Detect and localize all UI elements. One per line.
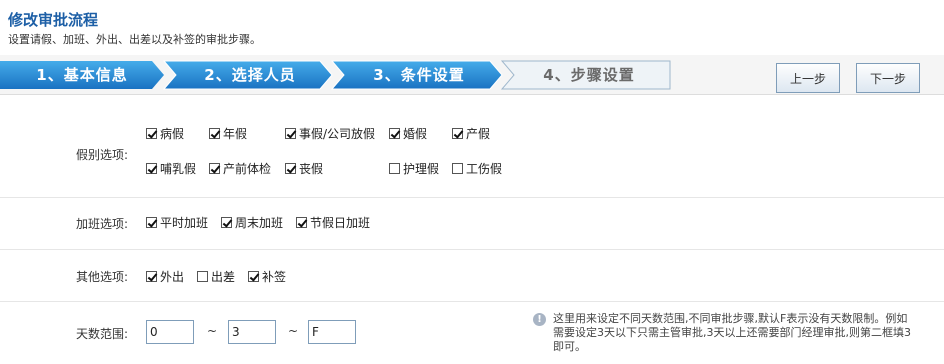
- overtime-options-label: 加班选项:: [75, 217, 128, 231]
- checkbox-box[interactable]: [389, 163, 400, 174]
- checkbox-label: 周末加班: [235, 216, 284, 230]
- other-checkbox-outing[interactable]: 外出: [146, 268, 184, 285]
- leave-checkbox-prenatal[interactable]: 产前体检: [209, 160, 271, 177]
- checkbox-label: 节假日加班: [310, 216, 371, 230]
- checkbox-label: 工伤假: [466, 162, 503, 176]
- page-subtitle: 设置请假、加班、外出、出差以及补签的审批步骤。: [8, 33, 261, 46]
- checkbox-label: 补签: [262, 270, 287, 284]
- checkbox-box[interactable]: [285, 163, 296, 174]
- checkbox-label: 年假: [223, 127, 248, 141]
- checkbox-box[interactable]: [146, 217, 157, 228]
- days-from-input[interactable]: [146, 320, 194, 344]
- leave-checkbox-annual[interactable]: 年假: [209, 125, 247, 142]
- step-conditions[interactable]: 3、条件设置: [338, 61, 500, 88]
- other-checkbox-business-trip[interactable]: 出差: [197, 268, 235, 285]
- checkbox-box[interactable]: [209, 128, 220, 139]
- checkbox-box[interactable]: [146, 128, 157, 139]
- step-select-people[interactable]: 2、选择人员: [170, 61, 330, 88]
- range-separator: ~: [288, 324, 299, 338]
- checkbox-label: 出差: [211, 270, 236, 284]
- step-label: 1、基本信息: [36, 66, 128, 84]
- other-options-label: 其他选项:: [75, 270, 128, 284]
- days-mid-input[interactable]: [228, 320, 276, 344]
- step-basic-info[interactable]: 1、基本信息: [0, 61, 164, 88]
- next-button[interactable]: 下一步: [856, 63, 920, 93]
- other-options-row: 其他选项:: [0, 250, 944, 302]
- prev-button[interactable]: 上一步: [776, 63, 840, 93]
- checkbox-label: 哺乳假: [160, 162, 197, 176]
- checkbox-box[interactable]: [452, 163, 463, 174]
- checkbox-box[interactable]: [248, 271, 259, 282]
- checkbox-box[interactable]: [197, 271, 208, 282]
- overtime-options-row: 加班选项:: [0, 198, 944, 250]
- checkbox-label: 产前体检: [223, 162, 272, 176]
- checkbox-box[interactable]: [452, 128, 463, 139]
- leave-options-label: 假别选项:: [75, 148, 128, 162]
- checkbox-box[interactable]: [221, 217, 232, 228]
- step-label: 4、步骤设置: [543, 66, 635, 84]
- checkbox-label: 事假/公司放假: [299, 127, 376, 141]
- days-to-input[interactable]: [308, 320, 356, 344]
- leave-checkbox-maternity[interactable]: 产假: [452, 125, 490, 142]
- checkbox-box[interactable]: [389, 128, 400, 139]
- leave-checkbox-marriage[interactable]: 婚假: [389, 125, 427, 142]
- leave-checkbox-care[interactable]: 护理假: [389, 160, 439, 177]
- checkbox-label: 病假: [160, 127, 185, 141]
- overtime-checkbox-weekday[interactable]: 平时加班: [146, 214, 208, 231]
- leave-checkbox-bereavement[interactable]: 丧假: [285, 160, 323, 177]
- checkbox-box[interactable]: [296, 217, 307, 228]
- checkbox-box[interactable]: [209, 163, 220, 174]
- checkbox-box[interactable]: [285, 128, 296, 139]
- checkbox-box[interactable]: [146, 163, 157, 174]
- overtime-checkbox-holiday[interactable]: 节假日加班: [296, 214, 370, 231]
- leave-checkbox-nursing[interactable]: 哺乳假: [146, 160, 196, 177]
- checkbox-label: 丧假: [299, 162, 324, 176]
- checkbox-box[interactable]: [146, 271, 157, 282]
- step-label: 3、条件设置: [373, 66, 465, 84]
- checkbox-label: 婚假: [403, 127, 428, 141]
- checkbox-label: 平时加班: [160, 216, 209, 230]
- other-checkbox-makeup-sign[interactable]: 补签: [248, 268, 286, 285]
- page-header: 修改审批流程 设置请假、加班、外出、出差以及补签的审批步骤。: [0, 0, 944, 50]
- info-icon: !: [533, 313, 546, 326]
- days-range-hint: 这里用来设定不同天数范围,不同审批步骤,默认F表示没有天数限制。例如需要设定3天…: [553, 312, 911, 353]
- page-title: 修改审批流程: [8, 11, 99, 29]
- leave-checkbox-sick[interactable]: 病假: [146, 125, 184, 142]
- step-label: 2、选择人员: [204, 66, 296, 84]
- range-separator: ~: [207, 324, 218, 338]
- overtime-checkbox-weekend[interactable]: 周末加班: [221, 214, 283, 231]
- leave-checkbox-injury[interactable]: 工伤假: [452, 160, 502, 177]
- step-steps-settings[interactable]: 4、步骤设置: [508, 61, 670, 88]
- checkbox-label: 护理假: [403, 162, 440, 176]
- leave-options-row: 假别选项:: [0, 104, 944, 198]
- checkbox-label: 产假: [466, 127, 491, 141]
- leave-checkbox-personal[interactable]: 事假/公司放假: [285, 125, 375, 142]
- checkbox-label: 外出: [160, 270, 185, 284]
- days-range-label: 天数范围:: [75, 327, 128, 341]
